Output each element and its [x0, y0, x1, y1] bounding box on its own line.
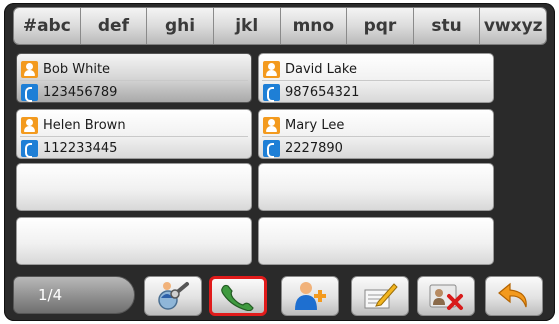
back-arrow-icon: [498, 282, 527, 308]
tab-jkl[interactable]: jkl: [213, 8, 281, 44]
contact-name: Helen Brown: [43, 117, 126, 133]
empty-contact-slot[interactable]: [258, 217, 494, 265]
delete-contact-button[interactable]: [417, 276, 475, 316]
alphabet-tabs: #abc def ghi jkl mno pqr stu vwxyz: [13, 7, 547, 45]
phone-call-icon: [221, 284, 254, 311]
empty-contact-slot[interactable]: [16, 163, 252, 211]
contact-name: David Lake: [285, 61, 357, 77]
back-button[interactable]: [485, 276, 543, 316]
search-contact-icon: [158, 282, 189, 310]
person-icon: [263, 116, 280, 134]
edit-contact-button[interactable]: [351, 276, 409, 316]
contact-card[interactable]: Bob White 123456789: [16, 53, 252, 103]
delete-contact-icon: [429, 284, 463, 310]
contact-phone: 123456789: [43, 84, 118, 100]
empty-contact-slot[interactable]: [16, 217, 252, 265]
contact-card[interactable]: Helen Brown 112233445: [16, 109, 252, 159]
tab-abc[interactable]: #abc: [14, 8, 81, 44]
phone-icon: [21, 83, 38, 102]
contact-phone: 2227890: [285, 140, 343, 156]
tab-def[interactable]: def: [80, 8, 148, 44]
tab-vwxyz[interactable]: vwxyz: [480, 8, 546, 44]
contact-card[interactable]: Mary Lee 2227890: [258, 109, 494, 159]
person-icon: [263, 60, 280, 78]
bottom-toolbar: 1/4: [13, 272, 547, 318]
edit-icon: [364, 283, 398, 309]
contact-name: Bob White: [43, 61, 111, 77]
person-icon: [21, 60, 38, 78]
tab-stu[interactable]: stu: [413, 8, 481, 44]
page-indicator: 1/4: [13, 276, 135, 314]
tab-pqr[interactable]: pqr: [347, 8, 414, 44]
search-contact-button[interactable]: [144, 276, 202, 316]
call-button[interactable]: [209, 276, 267, 316]
tab-mno[interactable]: mno: [280, 8, 348, 44]
phone-icon: [21, 139, 38, 158]
page-indicator-label: 1/4: [38, 286, 63, 304]
person-icon: [21, 116, 38, 134]
contact-grid: Bob White 123456789 David Lake 987654321…: [16, 53, 494, 267]
contact-name: Mary Lee: [285, 117, 345, 133]
phone-icon: [263, 139, 280, 158]
add-contact-button[interactable]: [281, 276, 339, 316]
contact-card[interactable]: David Lake 987654321: [258, 53, 494, 103]
phone-icon: [263, 83, 280, 102]
contact-phone: 987654321: [285, 84, 360, 100]
empty-contact-slot[interactable]: [258, 163, 494, 211]
add-contact-icon: [295, 282, 326, 310]
tab-ghi[interactable]: ghi: [147, 8, 214, 44]
contact-phone: 112233445: [43, 140, 118, 156]
